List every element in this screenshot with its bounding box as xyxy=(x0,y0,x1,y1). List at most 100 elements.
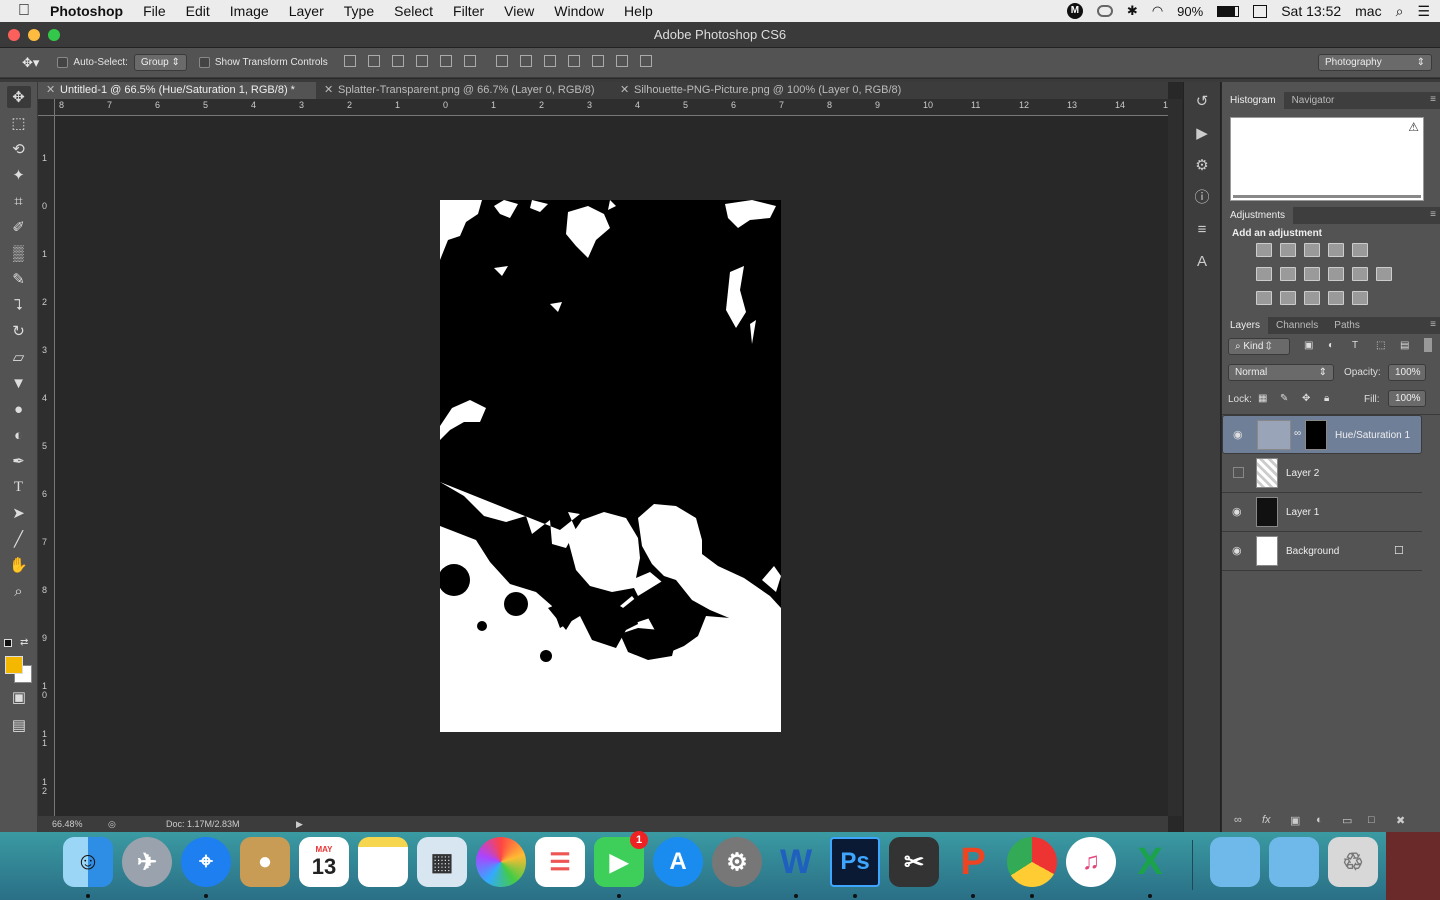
facetime-icon[interactable]: ▶ 1 xyxy=(594,831,648,887)
distribute-top-icon[interactable] xyxy=(495,55,508,67)
photoshop-icon[interactable]: Ps xyxy=(830,837,880,887)
lock-transparency-icon[interactable]: ▦ xyxy=(1258,393,1267,404)
info-panel-icon[interactable]: ⓘ xyxy=(1189,186,1215,210)
auto-select-checkbox[interactable] xyxy=(57,57,69,68)
app-store-icon[interactable]: A xyxy=(653,837,703,887)
zoom-tool-icon[interactable]: ⌕ xyxy=(7,580,31,602)
tab-paths[interactable]: Paths xyxy=(1326,317,1368,334)
panel-menu-icon[interactable]: ≡ xyxy=(1430,319,1436,330)
menu-window[interactable]: Window xyxy=(554,3,604,19)
spotlight-search-icon[interactable]: ⌕ xyxy=(1396,3,1404,20)
marquee-tool-icon[interactable]: ⬚ xyxy=(7,112,31,134)
distribute-left-icon[interactable] xyxy=(567,55,580,67)
chrome-icon[interactable] xyxy=(1007,837,1057,887)
close-tab-icon[interactable]: ✕ xyxy=(324,82,333,99)
move-tool-icon[interactable]: ✥ xyxy=(6,86,31,108)
canvas-area[interactable] xyxy=(55,117,1168,815)
menu-type[interactable]: Type xyxy=(344,3,374,19)
lock-position-icon[interactable]: ✥ xyxy=(1302,393,1310,404)
path-selection-tool-icon[interactable]: ➤ xyxy=(7,502,31,524)
layer-row-hue-saturation[interactable]: ◉ ∞ Hue/Saturation 1 xyxy=(1222,415,1422,454)
user-name[interactable]: mac xyxy=(1355,3,1381,19)
lock-pixels-icon[interactable]: ✎ xyxy=(1280,393,1288,404)
default-colors-icon[interactable] xyxy=(4,639,12,647)
layer-style-icon[interactable]: fx xyxy=(1262,814,1271,826)
align-top-icon[interactable] xyxy=(343,55,356,67)
input-menu-icon[interactable] xyxy=(1253,4,1268,18)
new-adjustment-icon[interactable]: ◐ xyxy=(1316,814,1323,826)
notification-center-icon[interactable]: ☰ xyxy=(1417,3,1430,20)
menu-edit[interactable]: Edit xyxy=(186,3,210,19)
align-hcenter-icon[interactable] xyxy=(439,55,452,67)
healing-brush-tool-icon[interactable]: ▒ xyxy=(7,242,31,264)
vibrance-icon[interactable] xyxy=(1352,243,1368,257)
hue-saturation-icon[interactable] xyxy=(1256,267,1272,281)
tab-splatter-transparent[interactable]: ✕ Splatter-Transparent.png @ 66.7% (Layer… xyxy=(316,82,612,99)
align-right-icon[interactable] xyxy=(463,55,476,67)
fill-field[interactable]: 100% xyxy=(1388,390,1426,407)
align-left-icon[interactable] xyxy=(415,55,428,67)
color-balance-icon[interactable] xyxy=(1280,267,1296,281)
crop-tool-icon[interactable]: ⌗ xyxy=(7,190,31,212)
channel-mixer-icon[interactable] xyxy=(1352,267,1368,281)
history-panel-icon[interactable]: ↺ xyxy=(1189,90,1215,114)
delete-layer-icon[interactable]: ✖ xyxy=(1396,814,1405,827)
auto-select-dropdown[interactable]: Group ⇕ xyxy=(133,54,187,71)
filter-type-icon[interactable]: T xyxy=(1352,340,1358,351)
lasso-tool-icon[interactable]: ⟲ xyxy=(7,138,31,160)
warning-icon[interactable]: ⚠ xyxy=(1408,120,1419,134)
levels-icon[interactable] xyxy=(1280,243,1296,257)
visibility-off-box[interactable] xyxy=(1233,467,1244,478)
foreground-color-swatch[interactable] xyxy=(5,656,23,674)
eyedropper-tool-icon[interactable]: ✐ xyxy=(7,216,31,238)
photos-icon[interactable] xyxy=(476,837,526,887)
app-menu[interactable]: Photoshop xyxy=(50,3,123,19)
filter-smart-object-icon[interactable]: ▤ xyxy=(1400,340,1409,351)
filter-toggle[interactable] xyxy=(1424,338,1432,352)
align-vcenter-icon[interactable] xyxy=(367,55,380,67)
status-menu-arrow-icon[interactable]: ▶ xyxy=(296,816,303,832)
reminders-icon[interactable]: ☰ xyxy=(535,837,585,887)
downloads-folder-icon[interactable] xyxy=(1269,837,1319,887)
documents-folder-icon[interactable] xyxy=(1210,837,1260,887)
history-brush-tool-icon[interactable]: ↻ xyxy=(7,320,31,342)
align-bottom-icon[interactable] xyxy=(391,55,404,67)
zoom-window-button[interactable] xyxy=(48,29,60,41)
move-tool-preset-icon[interactable]: ✥▾ xyxy=(22,55,39,71)
show-transform-checkbox[interactable] xyxy=(198,57,210,68)
export-icon[interactable]: ◎ xyxy=(108,816,116,832)
color-lookup-icon[interactable] xyxy=(1376,267,1392,281)
quick-mask-icon[interactable]: ▣ xyxy=(7,686,31,708)
layer-row-background[interactable]: ◉ Background ☐ xyxy=(1222,532,1422,571)
filter-shape-icon[interactable]: ⬚ xyxy=(1376,340,1385,351)
visibility-eye-icon[interactable]: ◉ xyxy=(1233,428,1247,441)
tab-adjustments[interactable]: Adjustments xyxy=(1222,207,1294,224)
panel-menu-icon[interactable]: ≡ xyxy=(1430,209,1436,220)
tool-presets-icon[interactable]: ⚙ xyxy=(1189,154,1215,178)
menu-image[interactable]: Image xyxy=(230,3,269,19)
vertical-ruler[interactable]: 101234567891 01 11 2 xyxy=(38,116,55,816)
line-tool-icon[interactable]: ╱ xyxy=(7,528,31,550)
tab-navigator[interactable]: Navigator xyxy=(1284,92,1343,109)
system-preferences-icon[interactable]: ⚙ xyxy=(712,837,762,887)
tab-channels[interactable]: Channels xyxy=(1268,317,1326,334)
itunes-icon[interactable]: ♫ xyxy=(1066,837,1116,887)
layer-row-layer-2[interactable]: Layer 2 xyxy=(1222,454,1422,493)
trash-icon[interactable]: ♲ xyxy=(1328,837,1378,887)
workspace-dropdown[interactable]: Photography ⇕ xyxy=(1318,54,1432,71)
filter-adjustment-icon[interactable]: ◐ xyxy=(1328,340,1334,351)
screen-mode-icon[interactable]: ▤ xyxy=(7,714,31,736)
menu-layer[interactable]: Layer xyxy=(289,3,324,19)
auto-align-icon[interactable] xyxy=(639,55,652,67)
hand-tool-icon[interactable]: ✋ xyxy=(7,554,31,576)
document-canvas[interactable] xyxy=(440,200,781,732)
excel-icon[interactable]: X xyxy=(1125,837,1175,887)
brightness-contrast-icon[interactable] xyxy=(1256,243,1272,257)
gradient-map-icon[interactable] xyxy=(1352,291,1368,305)
tab-layers[interactable]: Layers xyxy=(1222,317,1269,334)
menu-help[interactable]: Help xyxy=(624,3,653,19)
opacity-field[interactable]: 100% xyxy=(1388,364,1426,381)
exposure-icon[interactable] xyxy=(1328,243,1344,257)
black-white-icon[interactable] xyxy=(1304,267,1320,281)
actions-panel-icon[interactable]: ▶ xyxy=(1189,122,1215,146)
